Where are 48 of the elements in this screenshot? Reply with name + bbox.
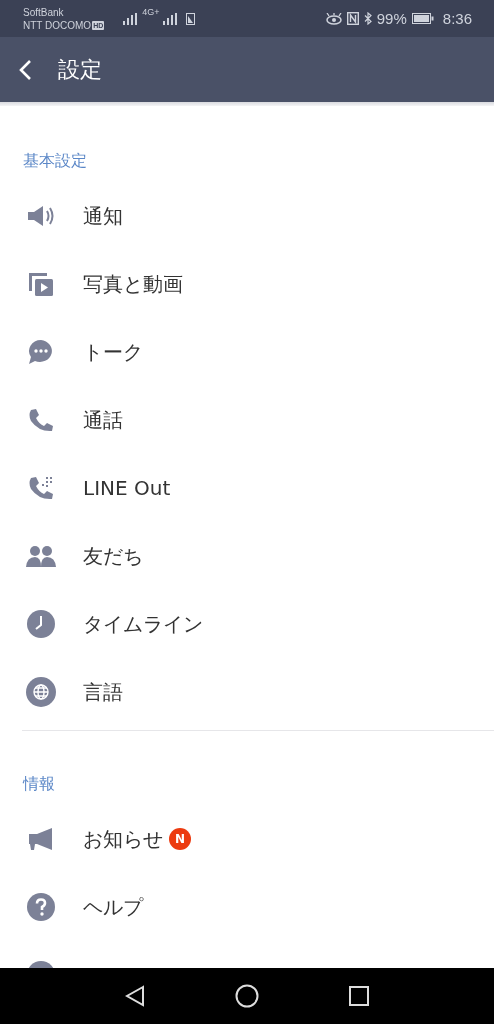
- back-nav-button[interactable]: [125, 985, 145, 1007]
- clock-icon: [26, 610, 55, 638]
- eye-icon: [325, 12, 342, 25]
- settings-item[interactable]: タイムライン: [0, 590, 494, 658]
- settings-item[interactable]: 写真と動画: [0, 250, 494, 318]
- carrier-name: NTT DOCOMO: [23, 18, 92, 32]
- item-label: LINE Out: [83, 476, 171, 500]
- settings-item[interactable]: トーク: [0, 318, 494, 386]
- help-icon: [26, 893, 55, 921]
- settings-item[interactable]: お知らせ N: [0, 805, 494, 873]
- chat-bubble-icon: [26, 338, 55, 366]
- speaker-icon: [25, 204, 56, 228]
- item-label: ヘルプ: [83, 893, 143, 921]
- recents-nav-button[interactable]: [349, 986, 369, 1006]
- section-title: 基本設定: [23, 151, 87, 170]
- photo-video-icon: [26, 271, 55, 297]
- settings-item[interactable]: LINE Out: [0, 454, 494, 522]
- globe-icon: [25, 677, 56, 707]
- home-nav-button[interactable]: [235, 984, 259, 1008]
- new-badge: N: [169, 828, 191, 850]
- settings-item[interactable]: 友だち: [0, 522, 494, 590]
- item-label: タイムライン: [83, 610, 203, 638]
- carrier-name: SoftBank: [23, 5, 65, 19]
- item-label: 通知: [83, 202, 123, 230]
- settings-item[interactable]: 通知: [0, 182, 494, 250]
- signal-icon: [123, 12, 138, 25]
- clock-time: 8:36: [442, 10, 472, 27]
- battery-icon: [411, 13, 434, 24]
- battery-percent: 99%: [376, 10, 407, 27]
- screen-title: 設定: [58, 55, 102, 84]
- people-icon: [25, 544, 56, 568]
- settings-item[interactable]: ヘルプ: [0, 873, 494, 941]
- section-title: 情報: [23, 774, 55, 793]
- item-label: 通話: [83, 406, 123, 434]
- nfc-icon: [346, 12, 359, 25]
- bluetooth-icon: [363, 12, 372, 25]
- signal-icon: [162, 12, 177, 25]
- item-label: 友だち: [83, 542, 143, 570]
- sim-icon: [185, 12, 195, 25]
- item-label: 言語: [83, 678, 123, 706]
- back-icon: [18, 58, 32, 81]
- network-label: 4G+: [142, 7, 160, 17]
- megaphone-icon: [26, 826, 55, 852]
- settings-item[interactable]: 言語: [0, 658, 494, 726]
- item-label: お知らせ: [83, 825, 163, 853]
- item-label: トーク: [83, 338, 143, 366]
- item-label: 写真と動画: [83, 270, 183, 298]
- settings-item[interactable]: 通話: [0, 386, 494, 454]
